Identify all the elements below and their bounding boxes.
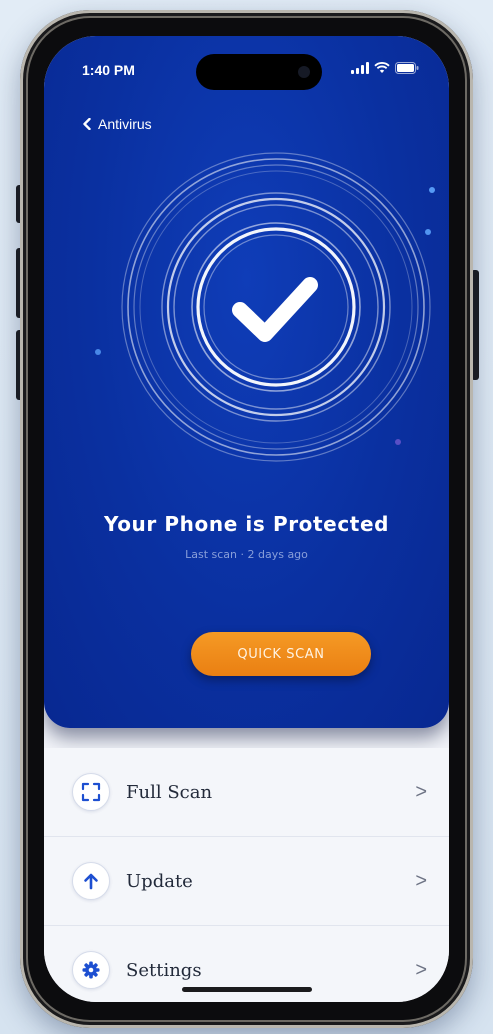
chevron-right-icon: >	[415, 780, 427, 803]
menu-item-label: Settings	[126, 959, 202, 981]
options-menu: Full Scan > Update > Settings >	[44, 748, 449, 1002]
menu-item-update[interactable]: Update >	[44, 837, 449, 926]
home-indicator	[182, 987, 312, 992]
chevron-right-icon: >	[415, 958, 427, 981]
decor-dot	[95, 349, 101, 355]
scan-frame-icon	[72, 773, 110, 811]
last-scan-text: Last scan · 2 days ago	[185, 548, 308, 561]
menu-item-label: Update	[126, 870, 193, 892]
background: 1:40 PM Antivirus Your Phone is Protecte…	[0, 0, 493, 1034]
phone-screen: 1:40 PM Antivirus Your Phone is Protecte…	[44, 36, 449, 1002]
gear-icon	[72, 951, 110, 989]
decor-dot	[429, 187, 435, 193]
protection-rings-graphic	[95, 152, 435, 462]
protection-hero-card: 1:40 PM Antivirus Your Phone is Protecte…	[44, 36, 449, 728]
phone-frame: 1:40 PM Antivirus Your Phone is Protecte…	[20, 10, 473, 1028]
decor-dot	[425, 229, 431, 235]
decor-dot	[395, 439, 401, 445]
protection-status-title: Your Phone is Protected	[103, 512, 390, 536]
checkmark-icon	[232, 277, 318, 342]
inner-ring	[191, 222, 361, 392]
middle-ring-cluster	[161, 192, 391, 422]
chevron-right-icon: >	[415, 869, 427, 892]
menu-item-label: Full Scan	[126, 781, 213, 803]
arrow-up-icon	[72, 862, 110, 900]
menu-item-full-scan[interactable]: Full Scan >	[44, 748, 449, 837]
quick-scan-button[interactable]: QUICK SCAN	[191, 632, 371, 676]
